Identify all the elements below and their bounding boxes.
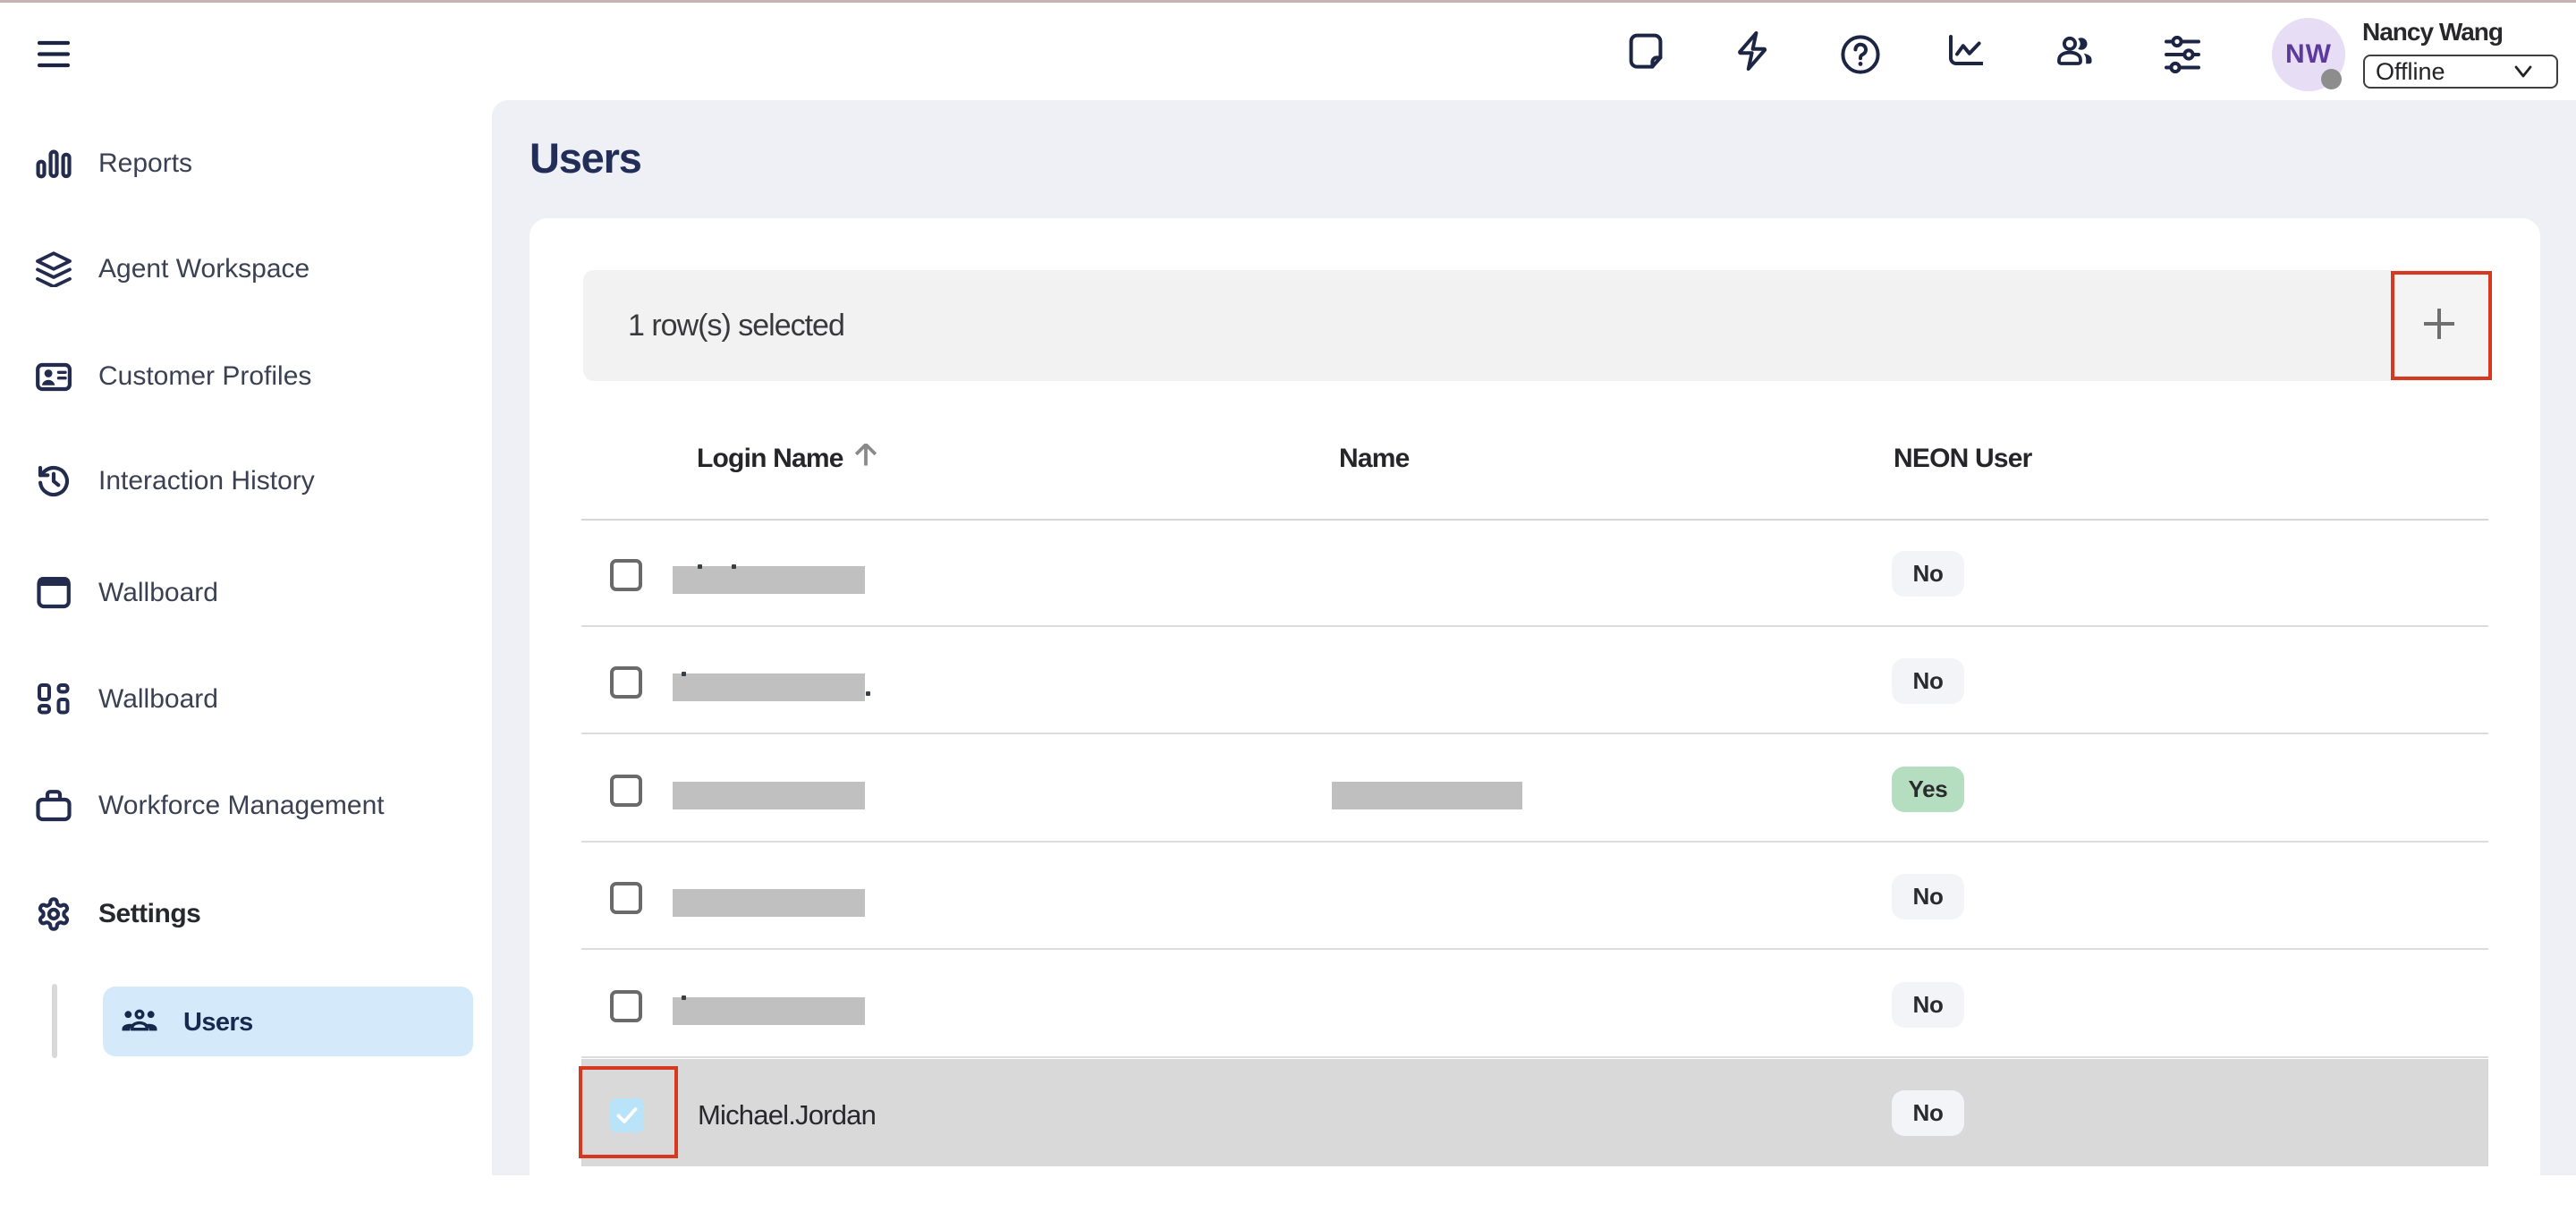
zap-icon[interactable] xyxy=(1733,30,1775,72)
login-name: Michael.Jordan xyxy=(698,1099,876,1131)
status-select-value: Offline xyxy=(2376,58,2445,86)
table-row[interactable]: Yes xyxy=(581,735,2488,843)
bar-chart-icon xyxy=(36,146,72,182)
users-icon xyxy=(122,1008,157,1037)
chevron-down-icon xyxy=(2514,65,2532,78)
layers-icon xyxy=(36,251,72,287)
table-row[interactable]: No xyxy=(581,951,2488,1058)
briefcase-icon xyxy=(36,788,72,824)
table-row[interactable]: No xyxy=(581,520,2488,627)
row-separator xyxy=(581,948,2488,950)
row-checkbox[interactable] xyxy=(610,775,642,807)
redacted-login xyxy=(673,566,865,594)
sidebar-item-wallboard-2[interactable]: Wallboard xyxy=(0,673,492,726)
annotation-box-checkbox xyxy=(579,1066,678,1158)
hamburger-icon[interactable] xyxy=(38,39,70,69)
row-checkbox[interactable] xyxy=(610,559,642,591)
sidebar-item-workforce-management[interactable]: Workforce Management xyxy=(0,779,492,833)
neon-badge: Yes xyxy=(1892,767,1964,812)
selection-count: 1 row(s) selected xyxy=(628,270,844,381)
table-row[interactable]: No xyxy=(581,843,2488,950)
chart-icon[interactable] xyxy=(1949,35,1983,65)
row-checkbox[interactable] xyxy=(610,882,642,914)
redacted-text-fragment xyxy=(866,691,870,696)
redacted-text-fragment xyxy=(732,564,736,569)
id-card-icon xyxy=(36,359,72,394)
sidebar-item-customer-profiles[interactable]: Customer Profiles xyxy=(0,350,492,403)
note-icon[interactable] xyxy=(1624,30,1667,72)
status-dot xyxy=(2321,69,2342,89)
main-content: Users 1 row(s) selected Login Name Name … xyxy=(492,100,2576,1175)
column-header-login-name[interactable]: Login Name xyxy=(697,444,843,474)
neon-badge: No xyxy=(1892,982,1964,1028)
people-icon[interactable] xyxy=(2057,36,2093,66)
annotation-box-add-button xyxy=(2391,271,2492,380)
users-card: 1 row(s) selected Login Name Name NEON U… xyxy=(530,218,2540,1220)
subnav-rail xyxy=(52,984,57,1058)
window-icon xyxy=(36,575,72,611)
top-accent-strip xyxy=(0,0,2576,3)
sidebar-item-reports[interactable]: Reports xyxy=(0,137,492,191)
redacted-text-fragment xyxy=(682,672,686,676)
history-icon xyxy=(36,463,72,499)
sidebar-item-agent-workspace[interactable]: Agent Workspace xyxy=(0,242,492,296)
status-select[interactable]: Offline xyxy=(2363,55,2558,89)
table-row-selected[interactable]: Michael.Jordan No xyxy=(581,1059,2488,1166)
table-row[interactable]: No xyxy=(581,627,2488,734)
column-header-neon-user[interactable]: NEON User xyxy=(1894,444,2032,474)
neon-badge: No xyxy=(1892,551,1964,597)
redacted-login xyxy=(673,782,865,809)
row-checkbox[interactable] xyxy=(610,666,642,699)
neon-badge: No xyxy=(1892,874,1964,919)
redacted-text-fragment xyxy=(698,564,702,569)
page-title: Users xyxy=(530,134,641,182)
sidebar-item-interaction-history[interactable]: Interaction History xyxy=(0,454,492,508)
column-header-name[interactable]: Name xyxy=(1339,444,1410,474)
redacted-login xyxy=(673,674,865,701)
sliders-icon[interactable] xyxy=(2165,36,2200,73)
redacted-text-fragment xyxy=(682,995,686,1000)
redacted-login xyxy=(673,889,865,917)
user-name: Nancy Wang xyxy=(2362,18,2503,47)
gear-icon xyxy=(36,896,72,932)
dashboard-icon xyxy=(36,682,72,717)
row-checkbox[interactable] xyxy=(610,990,642,1022)
topbar: NW Nancy Wang Offline xyxy=(0,4,2576,100)
neon-badge: No xyxy=(1892,1090,1964,1136)
row-separator xyxy=(581,733,2488,734)
sort-arrow-icon[interactable] xyxy=(855,444,877,466)
sidebar: Reports Agent Workspace Customer Profile… xyxy=(0,100,492,1175)
row-separator xyxy=(581,1056,2488,1058)
redacted-name xyxy=(1332,782,1522,809)
sidebar-item-users[interactable]: Users xyxy=(103,987,473,1056)
sidebar-item-settings[interactable]: Settings xyxy=(0,887,492,941)
table-toolbar: 1 row(s) selected xyxy=(583,270,2490,381)
help-icon[interactable] xyxy=(1839,33,1882,76)
neon-badge: No xyxy=(1892,658,1964,704)
sidebar-item-wallboard[interactable]: Wallboard xyxy=(0,566,492,620)
redacted-login xyxy=(673,997,865,1025)
